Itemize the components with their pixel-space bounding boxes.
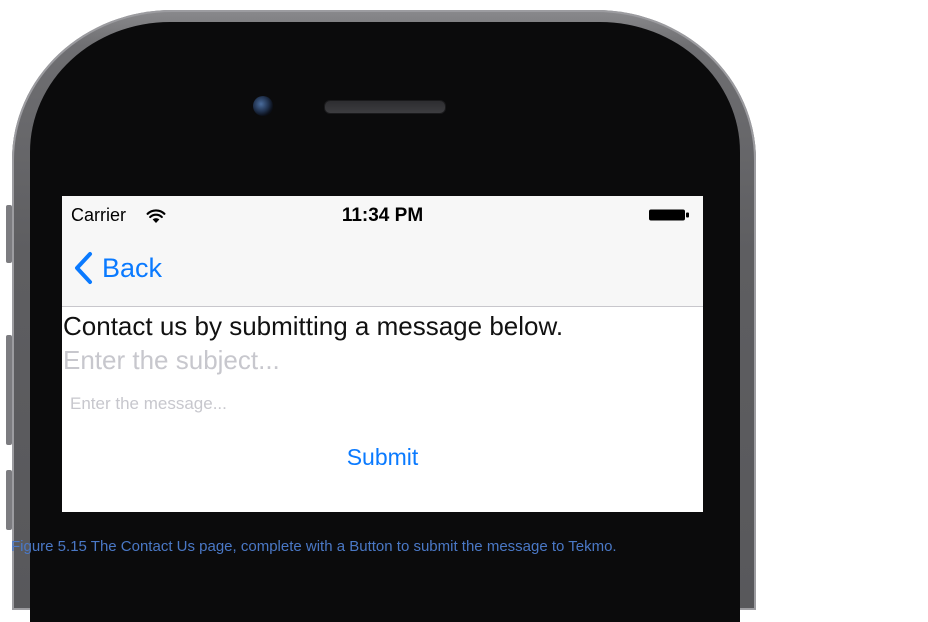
subject-input[interactable] [63,345,683,376]
figure-caption: Figure 5.15 The Contact Us page, complet… [11,538,617,555]
navigation-bar: Carrier 11:34 PM Back [62,196,703,307]
message-input[interactable] [70,394,670,414]
page-heading: Contact us by submitting a message below… [63,311,564,341]
phone-screen: Carrier 11:34 PM Back Contact us by subm… [62,196,703,512]
back-button[interactable]: Back [72,248,162,288]
status-time: 11:34 PM [341,205,424,226]
earpiece-speaker-icon [324,100,446,114]
front-camera-icon [253,96,273,116]
back-button-label: Back [102,252,163,283]
battery-icon [649,209,689,221]
chevron-left-icon [75,252,92,284]
submit-button[interactable]: Submit [62,444,703,471]
